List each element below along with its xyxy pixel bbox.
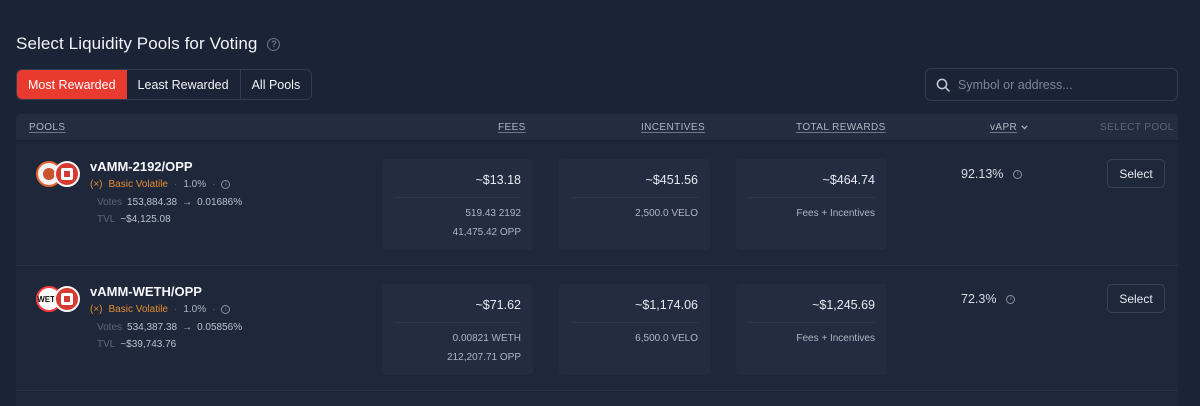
arrow-right-icon: → [182, 197, 193, 208]
fees-box: ~$13.18 519.43 2192 41,475.42 OPP [382, 159, 533, 250]
pool-tvl: TVL ~$39,743.76 [97, 339, 176, 350]
votes-percent: 0.01686% [197, 197, 243, 208]
total-rewards-note: Fees + Incentives [796, 208, 875, 219]
column-select-pool: SELECT POOL [1100, 122, 1174, 133]
page-title: Select Liquidity Pools for Voting [16, 34, 258, 53]
tvl-label: TVL [97, 339, 116, 350]
votes-label: Votes [97, 322, 123, 333]
pool-name[interactable]: vAMM-2192/OPP [90, 159, 193, 174]
pool-name[interactable]: vAMM-WETH/OPP [90, 284, 202, 299]
vapr-value: 72.3% [961, 292, 997, 306]
select-pool-button[interactable]: Select [1107, 159, 1165, 188]
volatile-icon: (×) [90, 179, 103, 190]
divider [394, 322, 521, 323]
tab-most-rewarded[interactable]: Most Rewarded [17, 70, 127, 99]
select-pool-button[interactable]: Select [1107, 284, 1165, 313]
pool-type: Basic Volatile [108, 304, 168, 315]
total-rewards-note: Fees + Incentives [796, 333, 875, 344]
pool-meta: (×) Basic Volatile · 1.0% · i [90, 179, 231, 190]
fees-token-2: 41,475.42 OPP [452, 227, 521, 238]
fees-total: ~$13.18 [475, 173, 521, 187]
column-pools[interactable]: POOLS [29, 122, 65, 133]
divider [748, 197, 875, 198]
fees-token-1: 519.43 2192 [465, 208, 521, 219]
total-rewards-value: ~$464.74 [822, 173, 875, 187]
volatile-icon: (×) [90, 304, 103, 315]
incentives-token: 2,500.0 VELO [635, 208, 698, 219]
vapr: 72.3% i [961, 292, 1016, 306]
search-icon [936, 78, 950, 92]
divider [394, 197, 521, 198]
pool-token-logos: WETH [36, 286, 80, 312]
total-rewards-box: ~$1,245.69 Fees + Incentives [736, 284, 887, 375]
table-header: POOLS FEES INCENTIVES TOTAL REWARDS vAPR… [16, 114, 1178, 140]
vapr: 92.13% i [961, 167, 1023, 181]
votes-percent: 0.05856% [197, 322, 243, 333]
pool-type: Basic Volatile [108, 179, 168, 190]
help-icon[interactable]: ? [267, 37, 281, 51]
vapr-value: 92.13% [961, 167, 1004, 181]
pool-meta: (×) Basic Volatile · 1.0% · i [90, 304, 231, 315]
tvl-value: ~$4,125.08 [120, 214, 171, 225]
votes-value: 153,884.38 [127, 197, 178, 208]
column-vapr-label: vAPR [990, 122, 1018, 133]
pool-tvl: TVL ~$4,125.08 [97, 214, 171, 225]
table-row: vAMM-2192/OPP (×) Basic Volatile · 1.0% … [16, 142, 1178, 266]
table-row [16, 392, 1178, 406]
separator-dot: · [212, 179, 216, 190]
fees-token-2: 212,207.71 OPP [447, 352, 521, 363]
separator-dot: · [212, 304, 216, 315]
divider [571, 197, 698, 198]
divider [571, 322, 698, 323]
info-icon[interactable]: i [1006, 294, 1016, 304]
info-icon[interactable]: i [221, 180, 231, 189]
tab-all-pools[interactable]: All Pools [240, 70, 312, 99]
search-input[interactable] [958, 77, 1158, 92]
total-rewards-box: ~$464.74 Fees + Incentives [736, 159, 887, 250]
incentives-total: ~$451.56 [645, 173, 698, 187]
column-incentives[interactable]: INCENTIVES [641, 122, 705, 133]
tvl-value: ~$39,743.76 [120, 339, 177, 350]
table-row: WETH vAMM-WETH/OPP (×) Basic Volatile · … [16, 267, 1178, 391]
separator-dot: · [173, 304, 178, 315]
pool-votes: Votes 153,884.38 → 0.01686% [97, 197, 242, 208]
pool-fee: 1.0% [183, 179, 207, 190]
incentives-total: ~$1,174.06 [635, 298, 698, 312]
incentives-token: 6,500.0 VELO [635, 333, 698, 344]
fees-token-1: 0.00821 WETH [452, 333, 521, 344]
token-opp-logo-icon [54, 286, 80, 312]
column-fees[interactable]: FEES [498, 122, 526, 133]
token-opp-logo-icon [54, 161, 80, 187]
title-row: Select Liquidity Pools for Voting ? [16, 34, 281, 54]
separator-dot: · [173, 179, 178, 190]
column-vapr[interactable]: vAPR [990, 122, 1028, 133]
incentives-box: ~$451.56 2,500.0 VELO [559, 159, 710, 250]
search-box [925, 68, 1178, 101]
divider [748, 322, 875, 323]
votes-value: 534,387.38 [127, 322, 178, 333]
arrow-right-icon: → [182, 322, 193, 333]
info-icon[interactable]: i [1013, 169, 1023, 179]
chevron-down-icon [1021, 125, 1028, 130]
tvl-label: TVL [97, 214, 116, 225]
pool-fee: 1.0% [183, 304, 207, 315]
pool-token-logos [36, 161, 80, 187]
info-icon[interactable]: i [221, 305, 231, 314]
pool-filter-tabs: Most Rewarded Least Rewarded All Pools [16, 69, 313, 100]
fees-total: ~$71.62 [475, 298, 521, 312]
column-total-rewards[interactable]: TOTAL REWARDS [796, 122, 886, 133]
incentives-box: ~$1,174.06 6,500.0 VELO [559, 284, 710, 375]
votes-label: Votes [97, 197, 123, 208]
fees-box: ~$71.62 0.00821 WETH 212,207.71 OPP [382, 284, 533, 375]
pool-votes: Votes 534,387.38 → 0.05856% [97, 322, 242, 333]
tab-least-rewarded[interactable]: Least Rewarded [126, 70, 241, 99]
total-rewards-value: ~$1,245.69 [812, 298, 875, 312]
voting-page: Select Liquidity Pools for Voting ? Most… [0, 0, 1200, 406]
